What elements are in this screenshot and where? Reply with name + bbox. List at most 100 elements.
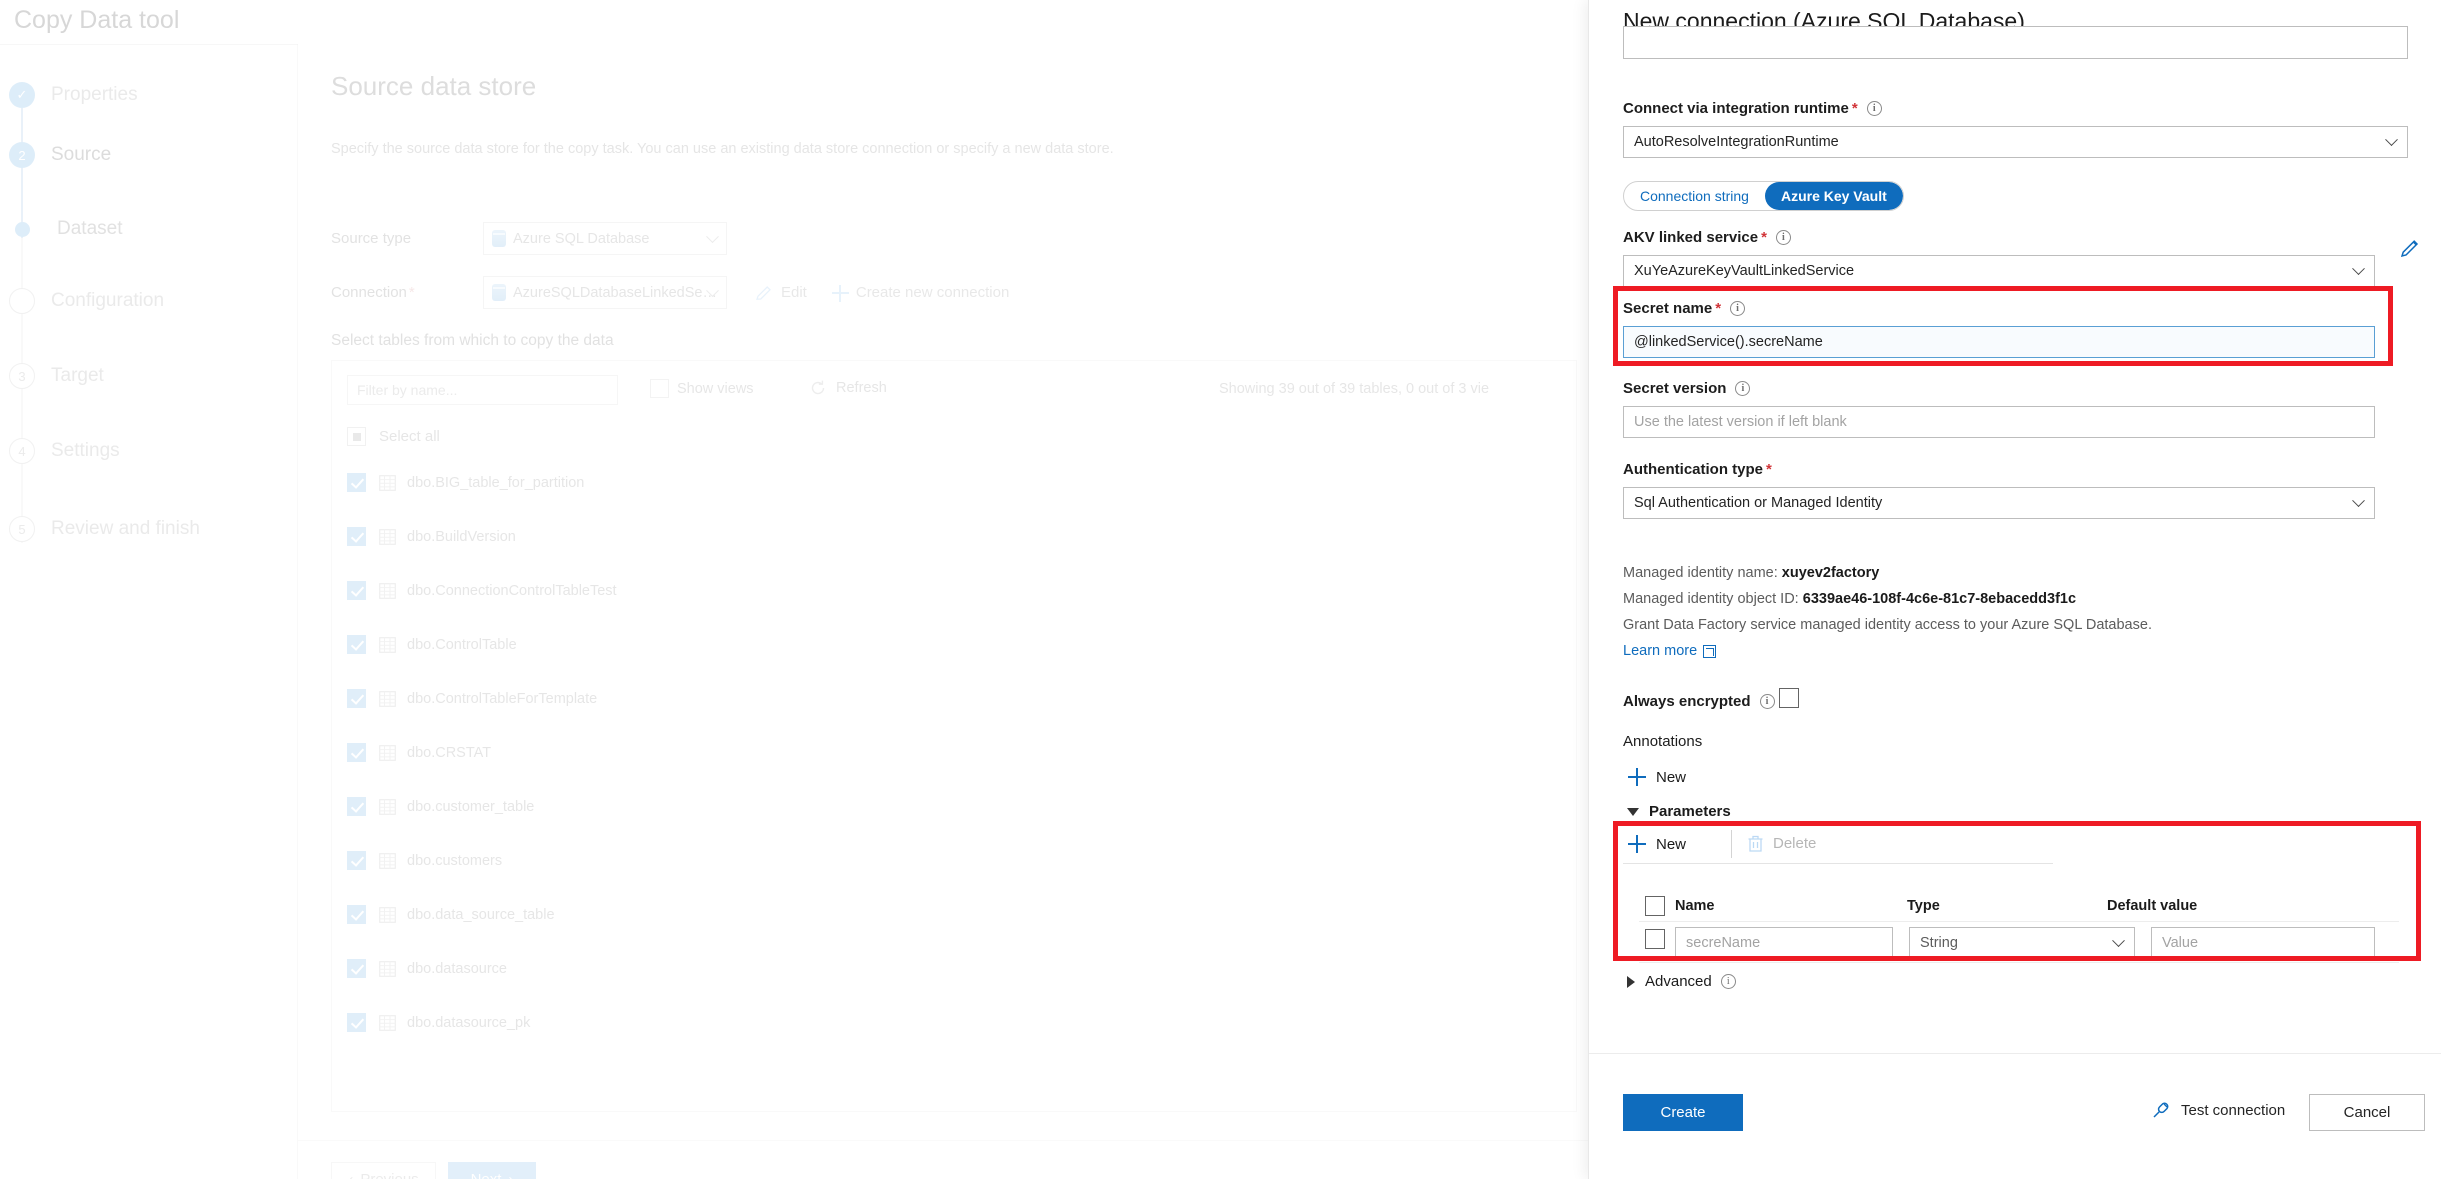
akv-linked-service-dropdown[interactable]: XuYeAzureKeyVaultLinkedService — [1623, 255, 2375, 287]
refresh-icon — [809, 379, 827, 397]
table-row-label: dbo.ConnectionControlTableTest — [407, 582, 617, 599]
table-row[interactable]: dbo.data_source_table — [347, 905, 555, 924]
info-icon[interactable]: i — [1759, 694, 1775, 709]
table-row-label: dbo.customer_table — [407, 798, 535, 815]
create-button[interactable]: Create — [1623, 1094, 1743, 1131]
info-icon[interactable]: i — [1866, 101, 1882, 116]
chevron-down-icon — [2352, 262, 2365, 276]
table-row[interactable]: dbo.datasource — [347, 959, 507, 978]
next-label: Next — [471, 1171, 502, 1179]
managed-identity-object-id-text: Managed identity object ID: 6339ae46-108… — [1623, 591, 2077, 607]
learn-more-link[interactable]: Learn more — [1623, 643, 1717, 659]
table-row[interactable]: dbo.ControlTable — [347, 635, 517, 654]
connection-value: AzureSQLDatabaseLinkedService — [513, 284, 718, 301]
table-row-checkbox[interactable] — [347, 581, 366, 600]
integration-runtime-value: AutoResolveIntegrationRuntime — [1634, 134, 1839, 150]
table-row-checkbox[interactable] — [347, 527, 366, 546]
select-all-row[interactable]: Select all — [347, 427, 440, 446]
table-row-checkbox[interactable] — [347, 1013, 366, 1032]
table-row[interactable]: dbo.customers — [347, 851, 502, 870]
integration-runtime-dropdown[interactable]: AutoResolveIntegrationRuntime — [1623, 126, 2408, 158]
parameters-delete-label: Delete — [1773, 835, 1817, 852]
previous-button[interactable]: ‹ Previous — [331, 1162, 436, 1179]
sql-database-icon — [492, 284, 506, 301]
parameters-column-default-value: Default value — [2107, 898, 2198, 914]
table-row[interactable]: dbo.customer_table — [347, 797, 534, 816]
show-views-toggle[interactable]: Show views — [650, 379, 754, 398]
plus-icon — [1627, 767, 1647, 787]
parameters-new-label: New — [1656, 835, 1687, 853]
table-row-checkbox[interactable] — [347, 473, 366, 492]
connection-dropdown[interactable]: AzureSQLDatabaseLinkedService — [483, 276, 727, 309]
parameter-name-input[interactable]: secreName — [1675, 927, 1893, 959]
table-row[interactable]: dbo.ConnectionControlTableTest — [347, 581, 617, 600]
external-link-icon — [1703, 644, 1717, 658]
table-row[interactable]: dbo.BIG_table_for_partition — [347, 473, 584, 492]
chevron-down-icon — [2112, 934, 2125, 948]
filter-input[interactable]: Filter by name... — [347, 375, 618, 405]
table-row-checkbox[interactable] — [347, 797, 366, 816]
select-all-label: Select all — [379, 428, 440, 445]
step-number-3: 3 — [9, 363, 35, 389]
cancel-label: Cancel — [2343, 1104, 2391, 1121]
annotations-new-button[interactable]: New — [1627, 767, 1686, 787]
info-icon[interactable]: i — [1720, 974, 1736, 989]
parameters-new-button[interactable]: New — [1627, 834, 1686, 854]
create-new-connection-button[interactable]: Create new connection — [831, 284, 1009, 302]
source-type-dropdown[interactable]: Azure SQL Database — [483, 222, 727, 255]
table-row-checkbox[interactable] — [347, 851, 366, 870]
show-views-checkbox[interactable] — [650, 379, 669, 398]
table-row-checkbox[interactable] — [347, 743, 366, 762]
table-row-checkbox[interactable] — [347, 689, 366, 708]
advanced-label: Advanced — [1645, 973, 1712, 990]
test-connection-button[interactable]: Test connection — [2151, 1100, 2285, 1120]
advanced-section-header[interactable]: Advanced i — [1627, 973, 1736, 990]
sidebar-item-label: Source — [51, 144, 112, 165]
integration-runtime-label: Connect via integration runtime * i — [1623, 100, 1882, 117]
refresh-button[interactable]: Refresh — [809, 379, 887, 397]
table-grid-icon — [379, 636, 396, 653]
always-encrypted-checkbox[interactable] — [1779, 688, 1799, 708]
parameters-row-checkbox[interactable] — [1645, 929, 1665, 949]
auth-source-toggle[interactable]: Connection string Azure Key Vault — [1623, 181, 1904, 211]
tab-azure-key-vault[interactable]: Azure Key Vault — [1764, 182, 1903, 210]
info-icon[interactable]: i — [1730, 301, 1746, 316]
parameter-default-value-input[interactable]: Value — [2151, 927, 2375, 959]
info-icon[interactable]: i — [1735, 381, 1751, 396]
parameters-select-all-checkbox[interactable] — [1645, 896, 1665, 916]
table-row[interactable]: dbo.CRSTAT — [347, 743, 491, 762]
table-row[interactable]: dbo.BuildVersion — [347, 527, 516, 546]
tab-connection-string[interactable]: Connection string — [1624, 182, 1765, 210]
edit-connection-button[interactable]: Edit — [755, 284, 807, 302]
table-row[interactable]: dbo.ControlTableForTemplate — [347, 689, 597, 708]
sidebar-item-settings[interactable]: 4 Settings — [0, 438, 120, 464]
table-row-checkbox[interactable] — [347, 905, 366, 924]
edit-akv-linked-service-button[interactable] — [2399, 237, 2421, 259]
table-row-checkbox[interactable] — [347, 959, 366, 978]
sidebar-item-dataset[interactable]: Dataset — [0, 218, 122, 240]
source-type-label: Source type — [331, 230, 412, 247]
parameters-section-header[interactable]: Parameters — [1627, 803, 1731, 820]
chevron-down-icon — [706, 229, 719, 243]
table-grid-icon — [379, 1014, 396, 1031]
sidebar-item-configuration[interactable]: Configuration — [0, 288, 164, 314]
table-row-checkbox[interactable] — [347, 635, 366, 654]
info-icon[interactable]: i — [1775, 230, 1791, 245]
sidebar-item-review-and-finish[interactable]: 5 Review and finish — [0, 516, 200, 542]
authentication-type-dropdown[interactable]: Sql Authentication or Managed Identity — [1623, 487, 2375, 519]
select-all-checkbox[interactable] — [347, 427, 366, 446]
rail-right-border — [297, 44, 298, 1179]
table-grid-icon — [379, 690, 396, 707]
page-title: Source data store — [331, 71, 537, 101]
sidebar-item-properties[interactable]: ✓ Properties — [0, 82, 138, 108]
cancel-button[interactable]: Cancel — [2309, 1094, 2425, 1131]
next-button[interactable]: Next › — [448, 1162, 536, 1179]
scrolled-input-partial[interactable] — [1623, 26, 2408, 59]
secret-name-input[interactable]: @linkedService().secreName — [1623, 326, 2375, 358]
table-row-label: dbo.BuildVersion — [407, 528, 516, 545]
sidebar-item-target[interactable]: 3 Target — [0, 363, 104, 389]
secret-version-input[interactable]: Use the latest version if left blank — [1623, 406, 2375, 438]
table-row[interactable]: dbo.datasource_pk — [347, 1013, 530, 1032]
parameter-type-dropdown[interactable]: String — [1909, 927, 2135, 959]
sidebar-item-source[interactable]: 2 Source — [0, 142, 111, 168]
